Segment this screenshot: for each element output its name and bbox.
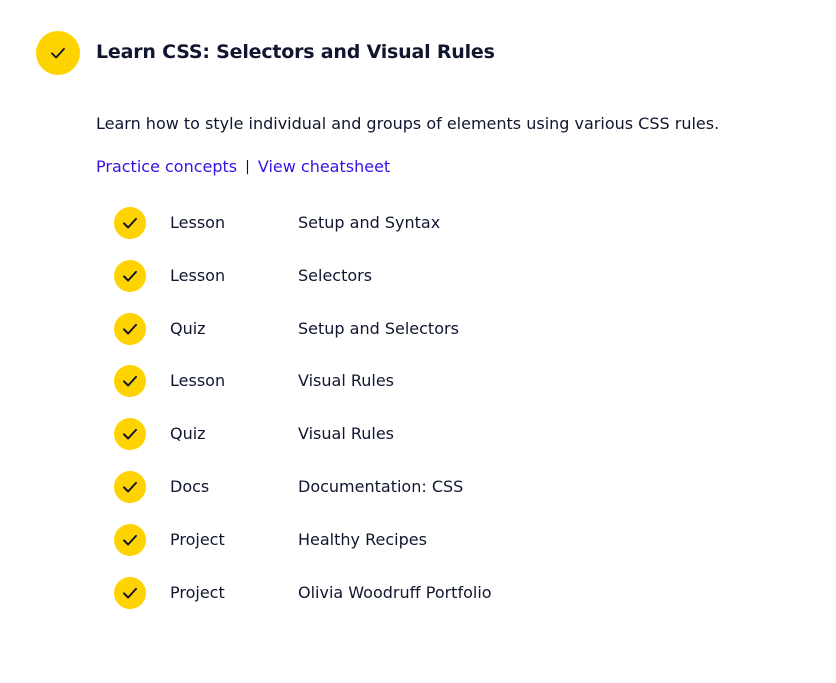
- item-type: Quiz: [170, 424, 206, 444]
- link-separator: |: [245, 159, 250, 175]
- checkmark-icon: [51, 47, 65, 59]
- item-type: Project: [170, 582, 225, 602]
- list-item[interactable]: Project Healthy Recipes: [114, 523, 492, 556]
- list-item[interactable]: Quiz Visual Rules: [114, 418, 492, 451]
- completed-check-icon: [114, 523, 146, 556]
- item-title-link[interactable]: Documentation: CSS: [298, 475, 463, 499]
- module-complete-check-icon: [36, 31, 80, 75]
- list-item[interactable]: Project Olivia Woodruff Portfolio: [114, 576, 492, 609]
- completed-check-icon: [114, 259, 146, 292]
- item-type: Quiz: [170, 318, 206, 338]
- item-type: Lesson: [170, 213, 226, 232]
- item-type: Docs: [170, 476, 210, 496]
- module-links: Practice concepts | View cheatsheet: [96, 155, 390, 179]
- list-item[interactable]: Lesson Selectors: [114, 259, 492, 292]
- item-title-link[interactable]: Healthy Recipes: [298, 528, 427, 552]
- completed-check-icon: [114, 365, 146, 398]
- item-title-link[interactable]: Visual Rules: [298, 369, 394, 393]
- item-title-link[interactable]: Olivia Woodruff Portfolio: [298, 581, 492, 605]
- item-title-link[interactable]: Visual Rules: [298, 422, 394, 446]
- module-description: Learn how to style individual and groups…: [96, 114, 720, 133]
- item-type: Lesson: [170, 371, 226, 391]
- completed-check-icon: [114, 576, 146, 609]
- module-item-list: Lesson Setup and Syntax Lesson Selectors…: [114, 207, 492, 629]
- view-cheatsheet-link[interactable]: View cheatsheet: [258, 155, 390, 179]
- module-section: Learn CSS: Selectors and Visual Rules Le…: [0, 0, 836, 683]
- completed-check-icon: [114, 418, 146, 451]
- practice-concepts-link[interactable]: Practice concepts: [96, 155, 237, 179]
- list-item[interactable]: Docs Documentation: CSS: [114, 470, 492, 503]
- item-type: Lesson: [170, 265, 226, 285]
- item-type: Project: [170, 529, 225, 549]
- item-title-link[interactable]: Setup and Syntax: [298, 211, 440, 235]
- list-item[interactable]: Quiz Setup and Selectors: [114, 312, 492, 345]
- completed-check-icon: [114, 470, 146, 503]
- module-title: Learn CSS: Selectors and Visual Rules: [96, 41, 495, 63]
- completed-check-icon: [114, 207, 146, 239]
- item-title-link[interactable]: Selectors: [298, 264, 372, 288]
- list-item[interactable]: Lesson Setup and Syntax: [114, 207, 492, 239]
- completed-check-icon: [114, 312, 146, 345]
- list-item[interactable]: Lesson Visual Rules: [114, 365, 492, 398]
- item-title-link[interactable]: Setup and Selectors: [298, 317, 459, 341]
